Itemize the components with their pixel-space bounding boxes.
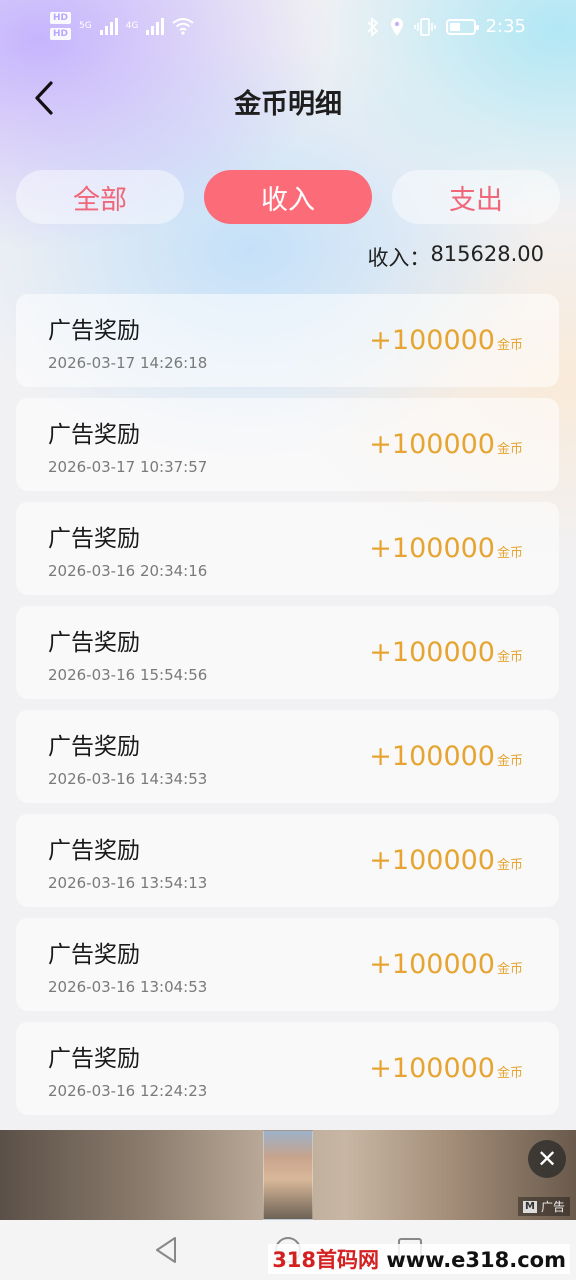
record-amount: +100000 金币 bbox=[369, 845, 523, 876]
record-title: 广告奖励 bbox=[48, 630, 140, 656]
ad-banner[interactable]: ✕ M 广告 bbox=[0, 1130, 576, 1220]
record-title: 广告奖励 bbox=[48, 526, 140, 552]
record-title: 广告奖励 bbox=[48, 1046, 140, 1072]
record-time: 2026-03-16 14:34:53 bbox=[48, 770, 208, 788]
summary-label: 收入： bbox=[367, 246, 431, 270]
amount-unit: 金币 bbox=[496, 442, 523, 457]
record-amount: +100000 金币 bbox=[369, 325, 523, 356]
record-title: 广告奖励 bbox=[48, 422, 140, 448]
status-right: 2:35 bbox=[366, 16, 526, 37]
amount-value: +100000 bbox=[369, 949, 495, 980]
tab-expense[interactable]: 支出 bbox=[392, 170, 560, 224]
amount-unit: 金币 bbox=[496, 1066, 523, 1081]
tab-all[interactable]: 全部 bbox=[16, 170, 184, 224]
record-time: 2026-03-16 20:34:16 bbox=[48, 562, 208, 580]
clock-time: 2:35 bbox=[485, 16, 526, 37]
record-title: 广告奖励 bbox=[48, 318, 140, 344]
record-title: 广告奖励 bbox=[48, 942, 140, 968]
triangle-back-icon bbox=[156, 1237, 176, 1263]
income-summary: 收入： 815628.00 bbox=[367, 242, 544, 272]
ad-thumbnail-image[interactable] bbox=[263, 1130, 313, 1220]
list-item: 广告奖励 2026-03-16 15:54:56 +100000 金币 bbox=[16, 606, 559, 699]
watermark-prefix: 318首码网 bbox=[272, 1248, 380, 1272]
record-time: 2026-03-16 13:54:13 bbox=[48, 874, 208, 892]
network-type-label: 5G bbox=[79, 21, 92, 31]
record-amount: +100000 金币 bbox=[369, 533, 523, 564]
amount-unit: 金币 bbox=[496, 338, 523, 353]
list-item: 广告奖励 2026-03-17 10:37:57 +100000 金币 bbox=[16, 398, 559, 491]
amount-value: +100000 bbox=[369, 845, 495, 876]
network-type-label: 4G bbox=[125, 21, 139, 31]
record-time: 2026-03-16 13:04:53 bbox=[48, 978, 208, 996]
record-amount: +100000 金币 bbox=[369, 1053, 523, 1084]
amount-unit: 金币 bbox=[496, 546, 523, 561]
amount-value: +100000 bbox=[369, 1053, 495, 1084]
hd-badges: HD HD bbox=[50, 12, 72, 40]
tab-income[interactable]: 收入 bbox=[204, 170, 372, 224]
bluetooth-icon bbox=[366, 16, 378, 37]
amount-unit: 金币 bbox=[496, 858, 523, 873]
watermark-url: www.e318.com bbox=[386, 1248, 566, 1272]
record-time: 2026-03-17 10:37:57 bbox=[48, 458, 208, 476]
list-item: 广告奖励 2026-03-16 13:04:53 +100000 金币 bbox=[16, 918, 559, 1011]
wifi-icon bbox=[172, 18, 195, 35]
ad-logo-icon: M bbox=[522, 1200, 537, 1213]
hd-badge: HD bbox=[50, 12, 72, 24]
battery-icon bbox=[445, 18, 479, 35]
page-title: 金币明细 bbox=[234, 89, 342, 120]
list-item: 广告奖励 2026-03-16 14:34:53 +100000 金币 bbox=[16, 710, 559, 803]
location-icon bbox=[390, 17, 403, 36]
record-amount: +100000 金币 bbox=[369, 949, 523, 980]
record-amount: +100000 金币 bbox=[369, 741, 523, 772]
hd-badge: HD bbox=[50, 28, 72, 40]
status-left: HD HD 5G 4G bbox=[50, 12, 195, 40]
amount-unit: 金币 bbox=[496, 754, 523, 769]
watermark: 318首码网 www.e318.com bbox=[268, 1244, 570, 1274]
signal-icon bbox=[99, 17, 118, 35]
list-item: 广告奖励 2026-03-17 14:26:18 +100000 金币 bbox=[16, 294, 559, 387]
ad-close-button[interactable]: ✕ bbox=[528, 1140, 566, 1178]
amount-unit: 金币 bbox=[496, 650, 523, 665]
amount-value: +100000 bbox=[369, 429, 495, 460]
list-item: 广告奖励 2026-03-16 20:34:16 +100000 金币 bbox=[16, 502, 559, 595]
record-amount: +100000 金币 bbox=[369, 637, 523, 668]
status-bar: HD HD 5G 4G 2:35 bbox=[0, 0, 576, 58]
record-title: 广告奖励 bbox=[48, 838, 140, 864]
filter-tabs: 全部 收入 支出 bbox=[16, 170, 560, 224]
amount-value: +100000 bbox=[369, 533, 495, 564]
record-amount: +100000 金币 bbox=[369, 429, 523, 460]
record-time: 2026-03-16 12:24:23 bbox=[48, 1082, 208, 1100]
record-time: 2026-03-17 14:26:18 bbox=[48, 354, 208, 372]
system-back-button[interactable] bbox=[148, 1232, 184, 1268]
navigation-bar: 金币明细 bbox=[0, 70, 576, 130]
summary-value: 815628.00 bbox=[430, 242, 544, 266]
record-time: 2026-03-16 15:54:56 bbox=[48, 666, 208, 684]
amount-value: +100000 bbox=[369, 741, 495, 772]
amount-unit: 金币 bbox=[496, 962, 523, 977]
list-item: 广告奖励 2026-03-16 12:24:23 +100000 金币 bbox=[16, 1022, 559, 1115]
ad-label-text: 广告 bbox=[540, 1200, 565, 1214]
amount-value: +100000 bbox=[369, 325, 495, 356]
record-title: 广告奖励 bbox=[48, 734, 140, 760]
ad-label: M 广告 bbox=[517, 1197, 570, 1216]
vibrate-icon bbox=[413, 17, 436, 36]
signal-icon bbox=[146, 17, 165, 35]
record-list: 广告奖励 2026-03-17 14:26:18 +100000 金币 广告奖励… bbox=[16, 294, 560, 1126]
amount-value: +100000 bbox=[369, 637, 495, 668]
list-item: 广告奖励 2026-03-16 13:54:13 +100000 金币 bbox=[16, 814, 559, 907]
